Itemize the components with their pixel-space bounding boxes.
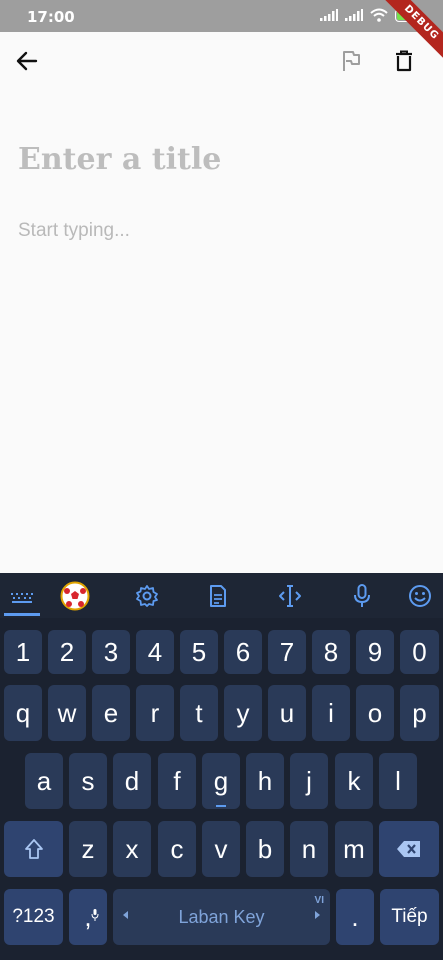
key-n[interactable]: n — [290, 821, 328, 877]
key-7[interactable]: 7 — [268, 630, 306, 674]
key-p[interactable]: p — [400, 685, 439, 741]
cursor-button[interactable] — [272, 579, 308, 613]
language-badge: VI — [314, 895, 324, 906]
right-arrow-icon — [315, 911, 320, 919]
key-e[interactable]: e — [92, 685, 130, 741]
mic-hint-icon — [91, 909, 99, 921]
key-a[interactable]: a — [25, 753, 63, 809]
title-input[interactable] — [18, 142, 418, 177]
left-arrow-icon — [123, 911, 128, 919]
key-q[interactable]: q — [4, 685, 42, 741]
keyboard-toggle-button[interactable] — [4, 579, 40, 613]
soccer-ball-icon — [60, 581, 90, 611]
delete-button[interactable] — [384, 41, 424, 81]
voice-input-button[interactable] — [344, 579, 380, 613]
arrow-left-icon — [16, 51, 38, 71]
clipboard-button[interactable] — [200, 579, 236, 613]
key-9[interactable]: 9 — [356, 630, 394, 674]
key-0[interactable]: 0 — [400, 630, 439, 674]
wifi-icon — [370, 8, 388, 22]
emoji-icon — [409, 585, 431, 607]
flag-button[interactable] — [331, 41, 371, 81]
key-b[interactable]: b — [246, 821, 284, 877]
backspace-icon — [397, 841, 420, 857]
key-3[interactable]: 3 — [92, 630, 130, 674]
key-1[interactable]: 1 — [4, 630, 42, 674]
key-5[interactable]: 5 — [180, 630, 218, 674]
key-o[interactable]: o — [356, 685, 394, 741]
keyboard: 1 2 3 4 5 6 7 8 9 0 q w e r t y u i o p … — [0, 573, 443, 960]
key-k[interactable]: k — [335, 753, 373, 809]
key-r[interactable]: r — [136, 685, 174, 741]
signal-icon — [320, 9, 338, 21]
enter-key[interactable]: Tiếp — [380, 889, 439, 945]
key-j[interactable]: j — [290, 753, 328, 809]
key-4[interactable]: 4 — [136, 630, 174, 674]
trash-icon — [396, 50, 412, 72]
key-l[interactable]: l — [379, 753, 417, 809]
key-d[interactable]: d — [113, 753, 151, 809]
key-t[interactable]: t — [180, 685, 218, 741]
key-c[interactable]: c — [158, 821, 196, 877]
app-bar — [0, 32, 443, 90]
key-2[interactable]: 2 — [48, 630, 86, 674]
key-y[interactable]: y — [224, 685, 262, 741]
clipboard-icon — [210, 585, 226, 607]
space-label: Laban Key — [178, 906, 265, 927]
shift-key[interactable] — [4, 821, 63, 877]
key-w[interactable]: w — [48, 685, 86, 741]
key-u[interactable]: u — [268, 685, 306, 741]
key-x[interactable]: x — [113, 821, 151, 877]
emoji-button[interactable] — [402, 579, 438, 613]
key-v[interactable]: v — [202, 821, 240, 877]
settings-button[interactable] — [129, 579, 165, 613]
settings-icon — [136, 585, 158, 607]
body-input[interactable] — [18, 220, 418, 242]
space-key[interactable]: Laban Key VI — [113, 889, 330, 945]
keyboard-toolbar — [0, 573, 443, 618]
status-bar: 17:00 70 DEBUG — [0, 0, 443, 65]
back-button[interactable] — [7, 41, 47, 81]
key-m[interactable]: m — [335, 821, 373, 877]
key-g[interactable]: g — [202, 753, 240, 809]
sticker-button[interactable] — [57, 579, 93, 613]
key-s[interactable]: s — [69, 753, 107, 809]
signal-icon-2 — [345, 9, 363, 21]
period-key[interactable]: . — [336, 889, 374, 945]
backspace-key[interactable] — [379, 821, 439, 877]
key-z[interactable]: z — [69, 821, 107, 877]
toolbar-active-indicator — [4, 613, 40, 616]
cursor-move-icon — [279, 585, 301, 607]
key-h[interactable]: h — [246, 753, 284, 809]
shift-icon — [24, 839, 43, 859]
key-i[interactable]: i — [312, 685, 350, 741]
comma-key[interactable]: , — [69, 889, 107, 945]
symbols-key[interactable]: ?123 — [4, 889, 63, 945]
keyboard-icon — [11, 593, 33, 603]
key-6[interactable]: 6 — [224, 630, 262, 674]
microphone-icon — [354, 584, 370, 607]
key-g-indicator — [216, 805, 226, 807]
status-time: 17:00 — [27, 8, 75, 26]
flag-outline-icon — [343, 51, 360, 71]
key-f[interactable]: f — [158, 753, 196, 809]
key-8[interactable]: 8 — [312, 630, 350, 674]
